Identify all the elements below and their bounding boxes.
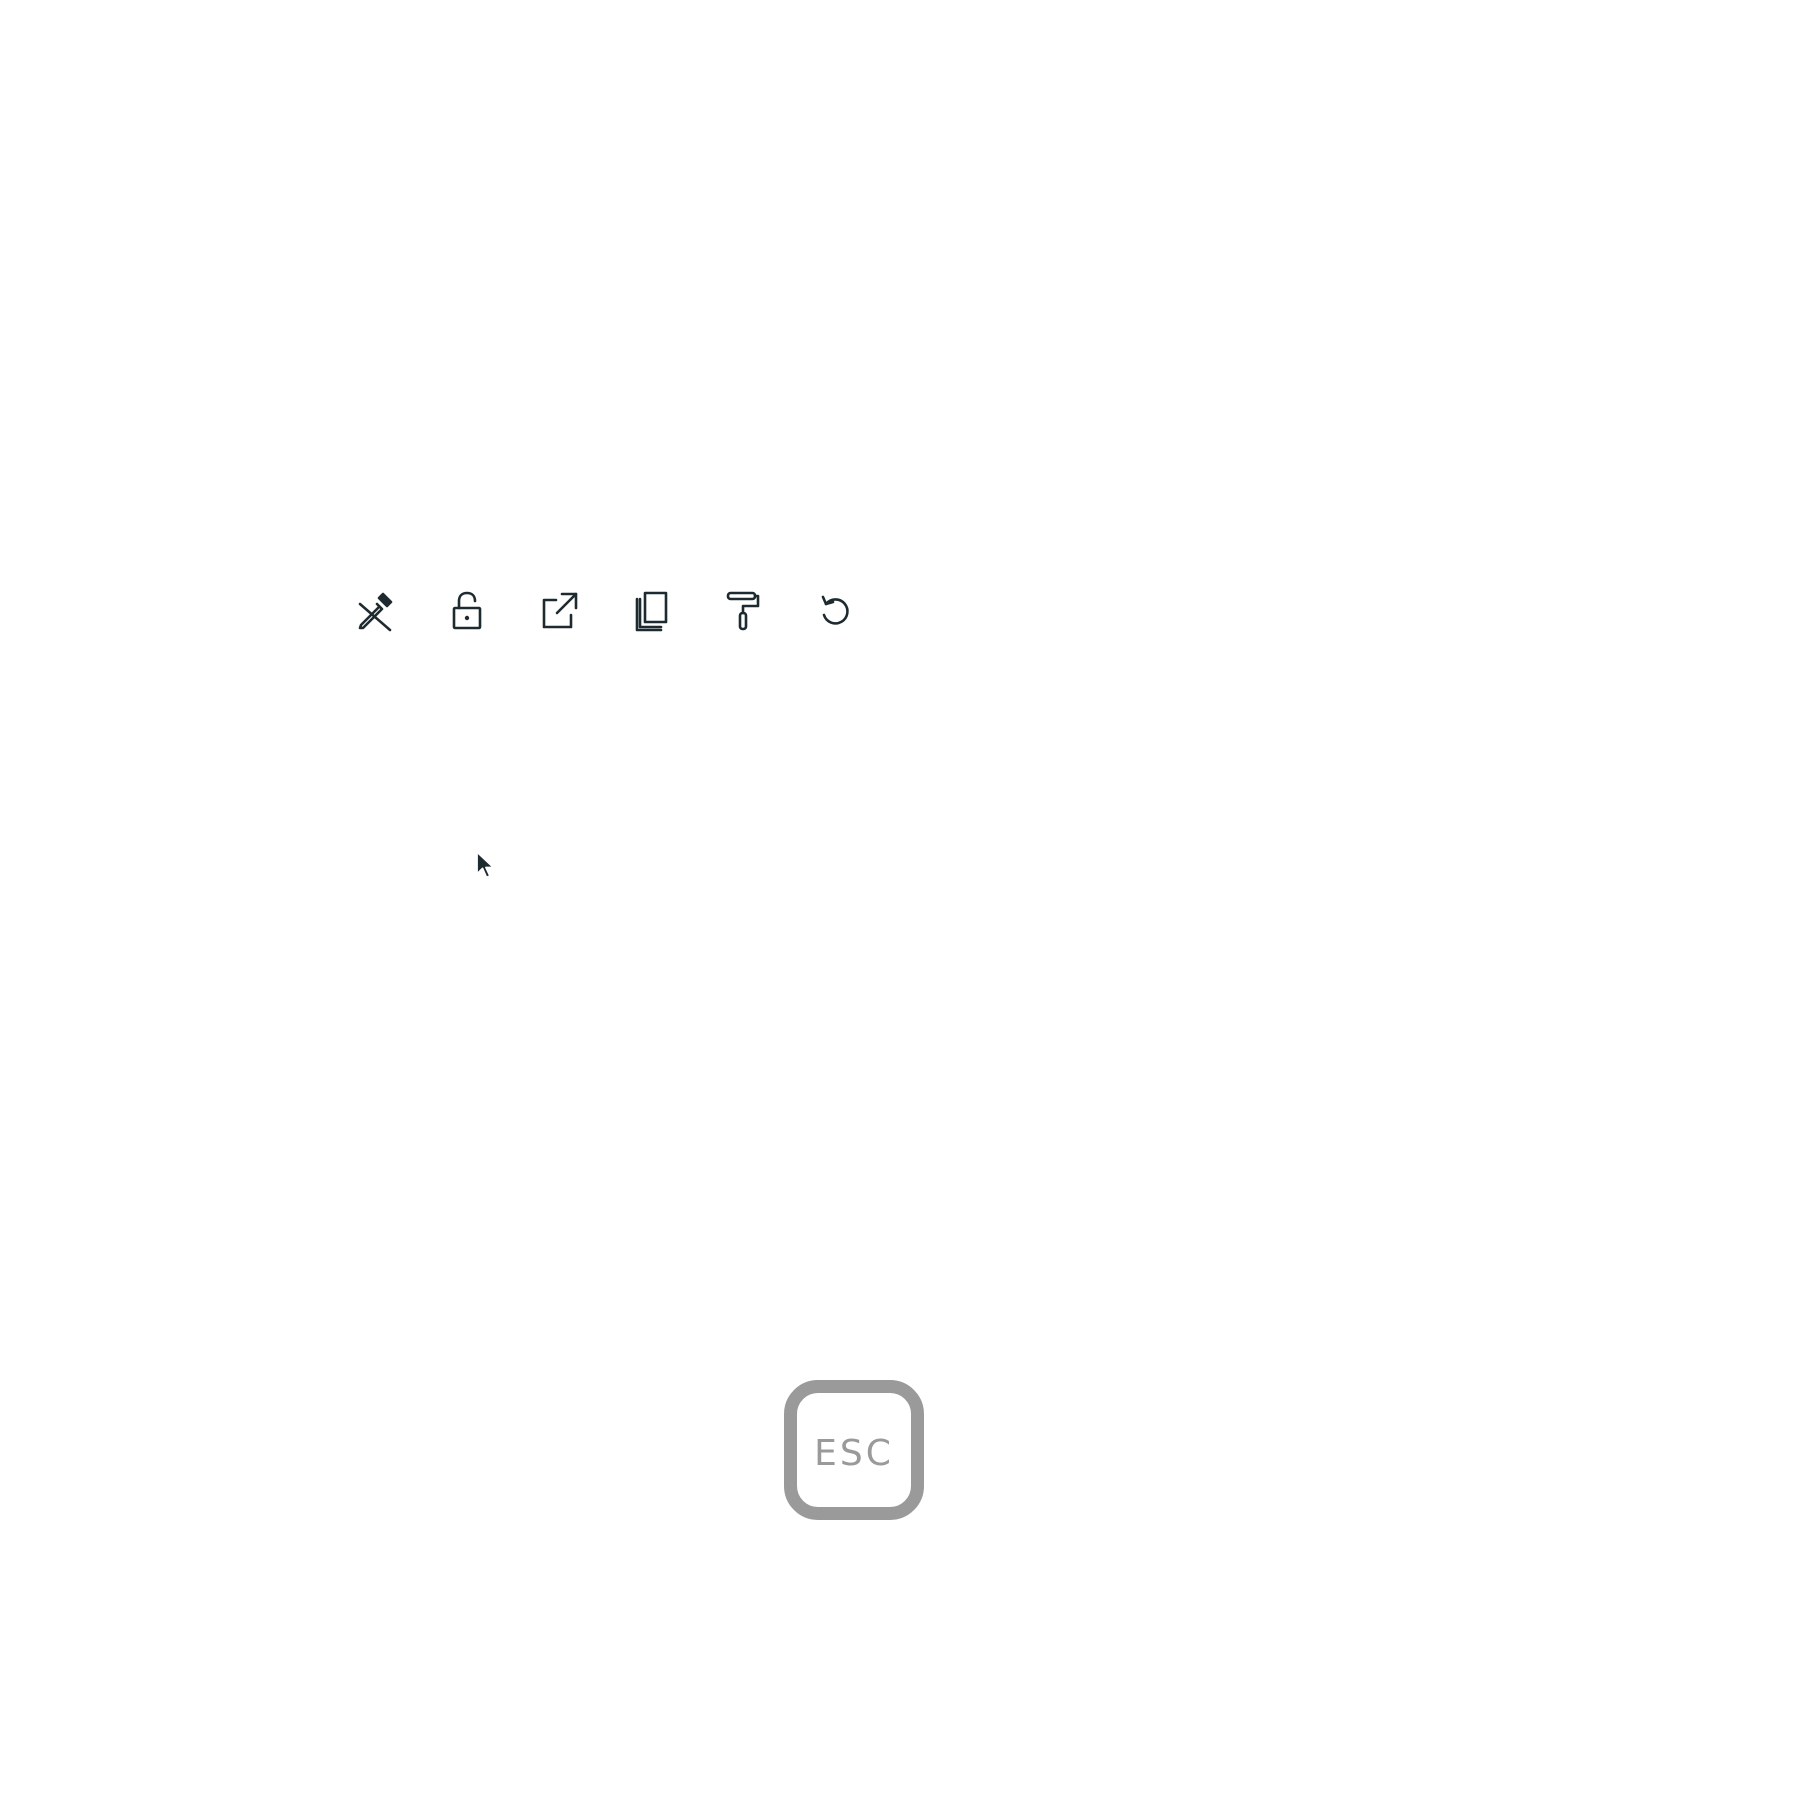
reset-button[interactable] xyxy=(808,584,862,638)
floating-toolbar xyxy=(348,584,862,638)
external-link-icon xyxy=(542,592,578,629)
duplicate-button[interactable] xyxy=(624,584,678,638)
canvas: ESC xyxy=(0,0,1800,1800)
copy-icon xyxy=(635,591,668,632)
open-external-button[interactable] xyxy=(532,584,586,638)
reset-icon xyxy=(821,595,849,625)
eyedropper-off-icon xyxy=(358,592,393,632)
unlock-icon xyxy=(452,591,482,630)
esc-key-hint: ESC xyxy=(784,1380,924,1520)
mouse-pointer-icon xyxy=(474,850,498,882)
paint-roller-icon xyxy=(726,591,760,631)
color-picker-off-button[interactable] xyxy=(348,584,402,638)
unlock-button[interactable] xyxy=(440,584,494,638)
esc-key-label: ESC xyxy=(814,1432,894,1474)
paint-format-button[interactable] xyxy=(716,584,770,638)
